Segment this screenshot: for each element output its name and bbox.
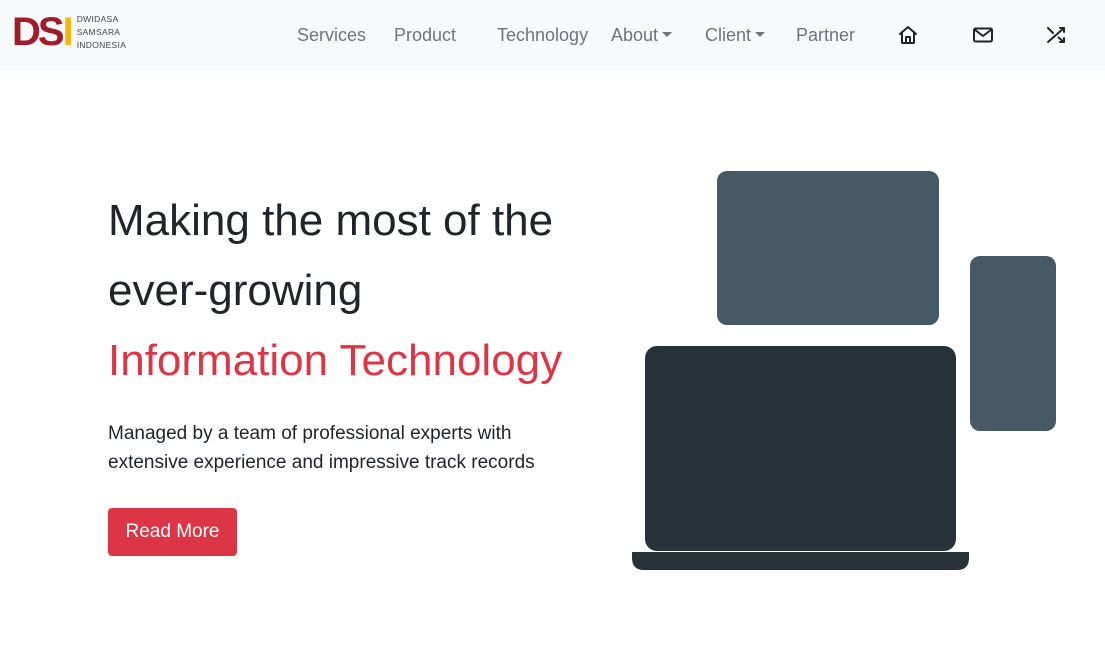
- nav-about-label: About: [611, 25, 659, 45]
- logo-line-1: DWIDASA: [76, 13, 119, 24]
- home-icon[interactable]: [896, 23, 920, 47]
- hero-title-accent: Information Technology: [108, 336, 563, 385]
- logo-letter-d: D: [12, 10, 41, 54]
- brand-logo[interactable]: D S I DWIDASA SAMSARA INDONESIA: [12, 10, 126, 54]
- shuffle-icon[interactable]: [1044, 23, 1068, 47]
- nav-client-dropdown[interactable]: Client: [705, 23, 766, 47]
- navbar: D S I DWIDASA SAMSARA INDONESIA Services…: [0, 0, 1105, 71]
- caret-down-icon: [755, 31, 766, 37]
- hero-subtitle: Managed by a team of professional expert…: [108, 423, 535, 473]
- read-more-button[interactable]: Read More: [108, 508, 237, 556]
- devices-illustration: [620, 160, 1070, 580]
- nav-partner[interactable]: Partner: [796, 23, 855, 47]
- nav-technology[interactable]: Technology: [497, 23, 588, 47]
- nav-services[interactable]: Services: [297, 23, 366, 47]
- logo-letters: D S I: [12, 10, 74, 54]
- logo-letter-i: I: [62, 10, 74, 54]
- logo-company-name: DWIDASA SAMSARA INDONESIA: [77, 13, 126, 52]
- mail-icon[interactable]: [971, 23, 995, 47]
- nav-product[interactable]: Product: [394, 23, 456, 47]
- tablet-shape: [717, 171, 939, 325]
- hero-title-line-1: Making the most of the: [108, 196, 554, 245]
- nav-about-dropdown[interactable]: About: [611, 23, 673, 47]
- laptop-base-shape: [632, 552, 969, 570]
- hero-title-line-2: ever-growing: [108, 266, 363, 315]
- logo-line-3: INDONESIA: [76, 39, 127, 50]
- phone-shape: [970, 256, 1056, 431]
- hero-title: Making the most of the ever-growing Info…: [108, 186, 608, 396]
- caret-down-icon: [662, 31, 673, 37]
- logo-line-2: SAMSARA: [76, 26, 121, 37]
- laptop-screen-shape: [645, 346, 956, 551]
- logo-letter-s: S: [37, 10, 65, 54]
- nav-client-label: Client: [705, 25, 752, 45]
